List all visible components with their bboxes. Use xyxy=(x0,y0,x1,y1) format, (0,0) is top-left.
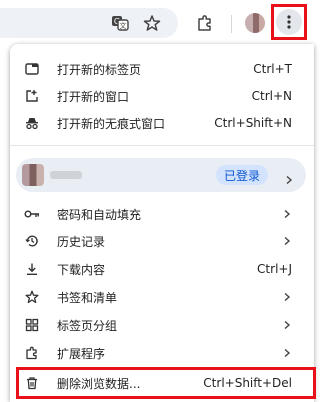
menu-item-new-window[interactable]: 打开新的窗口 Ctrl+N xyxy=(10,83,314,109)
status-badge: 已登录 xyxy=(216,165,269,185)
more-menu-button[interactable] xyxy=(271,4,307,40)
menu-item-incognito[interactable]: 打开新的无痕式窗口 Ctrl+Shift+N xyxy=(10,110,314,136)
avatar xyxy=(245,13,265,33)
toolbar-separator xyxy=(231,15,232,33)
key-icon xyxy=(24,206,40,222)
grid-icon xyxy=(24,317,40,333)
more-vert-icon xyxy=(276,9,302,35)
chevron-right-icon xyxy=(282,320,292,330)
page-background xyxy=(0,46,10,402)
menu-item-passwords[interactable]: 密码和自动填充 xyxy=(10,201,314,227)
menu-item-label: 密码和自动填充 xyxy=(57,207,142,222)
new-window-icon xyxy=(24,88,40,104)
profile-button[interactable] xyxy=(243,11,267,35)
menu-item-clear-browsing-data[interactable]: 删除浏览数据... Ctrl+Shift+Del xyxy=(10,370,314,396)
menu-item-label: 下载内容 xyxy=(57,262,106,277)
menu-item-label: 打开新的无痕式窗口 xyxy=(57,116,166,131)
menu-item-shortcut: Ctrl+J xyxy=(257,262,292,276)
menu-item-shortcut: Ctrl+Shift+Del xyxy=(203,376,292,390)
menu-item-tab-groups[interactable]: 标签页分组 xyxy=(10,312,314,338)
menu-item-bookmarks[interactable]: 书签和清单 xyxy=(10,284,314,310)
bookmark-star-icon[interactable] xyxy=(140,11,164,35)
menu-item-downloads[interactable]: 下载内容 Ctrl+J xyxy=(10,256,314,282)
download-icon xyxy=(24,261,40,277)
menu-item-label: 历史记录 xyxy=(57,234,106,249)
menu-item-shortcut: Ctrl+N xyxy=(251,89,292,103)
svg-text:文: 文 xyxy=(120,21,127,30)
menu-item-label: 标签页分组 xyxy=(57,318,118,333)
menu-item-history[interactable]: 历史记录 xyxy=(10,228,314,254)
avatar xyxy=(22,164,44,186)
menu-item-extensions[interactable]: 扩展程序 xyxy=(10,340,314,366)
browser-toolbar: G 文 xyxy=(0,0,314,46)
chevron-right-icon xyxy=(282,236,292,246)
menu-item-new-tab[interactable]: 打开新的标签页 Ctrl+T xyxy=(10,56,314,82)
menu-item-label: 扩展程序 xyxy=(57,346,106,361)
puzzle-icon xyxy=(24,345,40,361)
chrome-main-menu: 打开新的标签页 Ctrl+T 打开新的窗口 Ctrl+N 打开新的无痕式窗口 C… xyxy=(10,44,316,402)
menu-item-label: 打开新的标签页 xyxy=(57,62,142,77)
translate-icon[interactable]: G 文 xyxy=(108,11,132,35)
menu-item-shortcut: Ctrl+Shift+N xyxy=(214,116,292,130)
star-icon xyxy=(24,289,40,305)
incognito-icon xyxy=(24,115,40,131)
menu-item-shortcut: Ctrl+T xyxy=(253,62,292,76)
new-tab-icon xyxy=(24,61,40,77)
menu-item-label: 删除浏览数据... xyxy=(57,376,141,391)
menu-divider xyxy=(10,145,314,146)
history-icon xyxy=(24,233,40,249)
chevron-right-icon xyxy=(284,170,294,185)
menu-item-label: 打开新的窗口 xyxy=(57,89,130,104)
profile-name-redacted xyxy=(50,171,82,179)
menu-item-label: 书签和清单 xyxy=(57,290,118,305)
trash-icon xyxy=(24,375,40,391)
menu-profile-row[interactable]: 已登录 xyxy=(16,158,306,192)
chevron-right-icon xyxy=(282,209,292,219)
extensions-puzzle-icon[interactable] xyxy=(193,11,217,35)
chevron-right-icon xyxy=(282,348,292,358)
chevron-right-icon xyxy=(282,292,292,302)
